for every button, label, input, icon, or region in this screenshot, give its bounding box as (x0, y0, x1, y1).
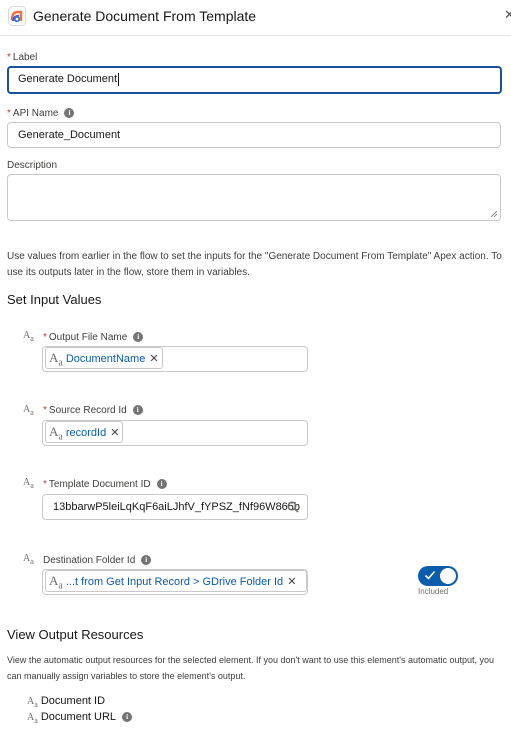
required-mark: * (43, 332, 47, 343)
description-label: Description (7, 160, 58, 171)
resource-pill[interactable]: Aa ...t from Get Input Record > GDrive Fo… (45, 570, 307, 592)
text-type-icon: Aa (23, 404, 34, 417)
search-icon[interactable] (287, 501, 299, 513)
api-name-input[interactable]: Generate_Document (7, 122, 501, 148)
panel-title: Generate Document From Template (33, 8, 257, 24)
include-toggle[interactable] (418, 566, 458, 586)
resource-pill[interactable]: Aa DocumentName ✕ (45, 347, 163, 369)
remove-pill-icon[interactable]: ✕ (149, 353, 158, 365)
destination-folder-id-input[interactable]: Aa ...t from Get Input Record > GDrive Fo… (42, 569, 308, 595)
label-input[interactable]: Generate Document (7, 66, 502, 94)
resize-grip-icon[interactable] (490, 210, 497, 217)
info-icon[interactable]: i (64, 108, 75, 119)
output-item-document-url: Aa Document URL i (27, 711, 133, 725)
source-record-id-input[interactable]: Aa recordId ✕ (42, 420, 308, 446)
remove-pill-icon[interactable]: ✕ (287, 576, 296, 588)
output-item-document-id: Aa Document ID (27, 695, 106, 709)
generate-document-app-icon (8, 6, 26, 26)
template-document-id-input[interactable]: 13bbarwP5leiLqKqF6aiLJhfV_fYPSZ_fNf96W86… (42, 494, 308, 520)
required-mark: * (43, 479, 47, 490)
source-record-id-label: * Source Record Id i (43, 405, 143, 416)
info-icon[interactable]: i (122, 712, 133, 723)
text-type-icon: Aa (23, 477, 34, 490)
panel-header: Generate Document From Template ✕ (0, 0, 511, 36)
label-field-label: * Label (7, 52, 38, 63)
required-mark: * (7, 52, 11, 63)
info-icon[interactable]: i (133, 332, 144, 343)
output-file-name-label: * Output File Name i (43, 332, 144, 343)
info-icon[interactable]: i (156, 479, 167, 490)
required-mark: * (7, 108, 11, 119)
text-caret (118, 72, 120, 86)
api-name-label: * API Name i (7, 108, 75, 119)
text-type-icon: Aa (27, 696, 38, 709)
output-resources-heading: View Output Resources (7, 627, 144, 642)
description-textarea[interactable] (7, 174, 501, 221)
info-icon[interactable]: i (141, 555, 152, 566)
destination-folder-id-label: Destination Folder Id i (43, 555, 152, 566)
toggle-status-label: Included (418, 587, 449, 596)
text-type-icon: Aa (23, 330, 34, 343)
inputs-help-text: Use values from earlier in the flow to s… (7, 251, 502, 278)
resource-pill[interactable]: Aa recordId ✕ (45, 421, 124, 443)
text-type-icon: Aa (49, 573, 63, 592)
text-type-icon: Aa (49, 350, 63, 369)
close-icon[interactable]: ✕ (504, 7, 511, 23)
template-document-id-label: * Template Document ID i (43, 479, 167, 490)
text-type-icon: Aa (27, 712, 38, 725)
check-icon (424, 570, 436, 580)
required-mark: * (43, 405, 47, 416)
output-file-name-input[interactable]: Aa DocumentName ✕ (42, 346, 308, 372)
set-input-values-heading: Set Input Values (7, 292, 102, 307)
remove-pill-icon[interactable]: ✕ (110, 427, 119, 439)
text-type-icon: Aa (23, 553, 34, 566)
output-help-text: View the automatic output resources for … (7, 655, 495, 681)
toggle-knob (440, 568, 456, 584)
info-icon[interactable]: i (132, 405, 143, 416)
text-type-icon: Aa (49, 424, 63, 443)
